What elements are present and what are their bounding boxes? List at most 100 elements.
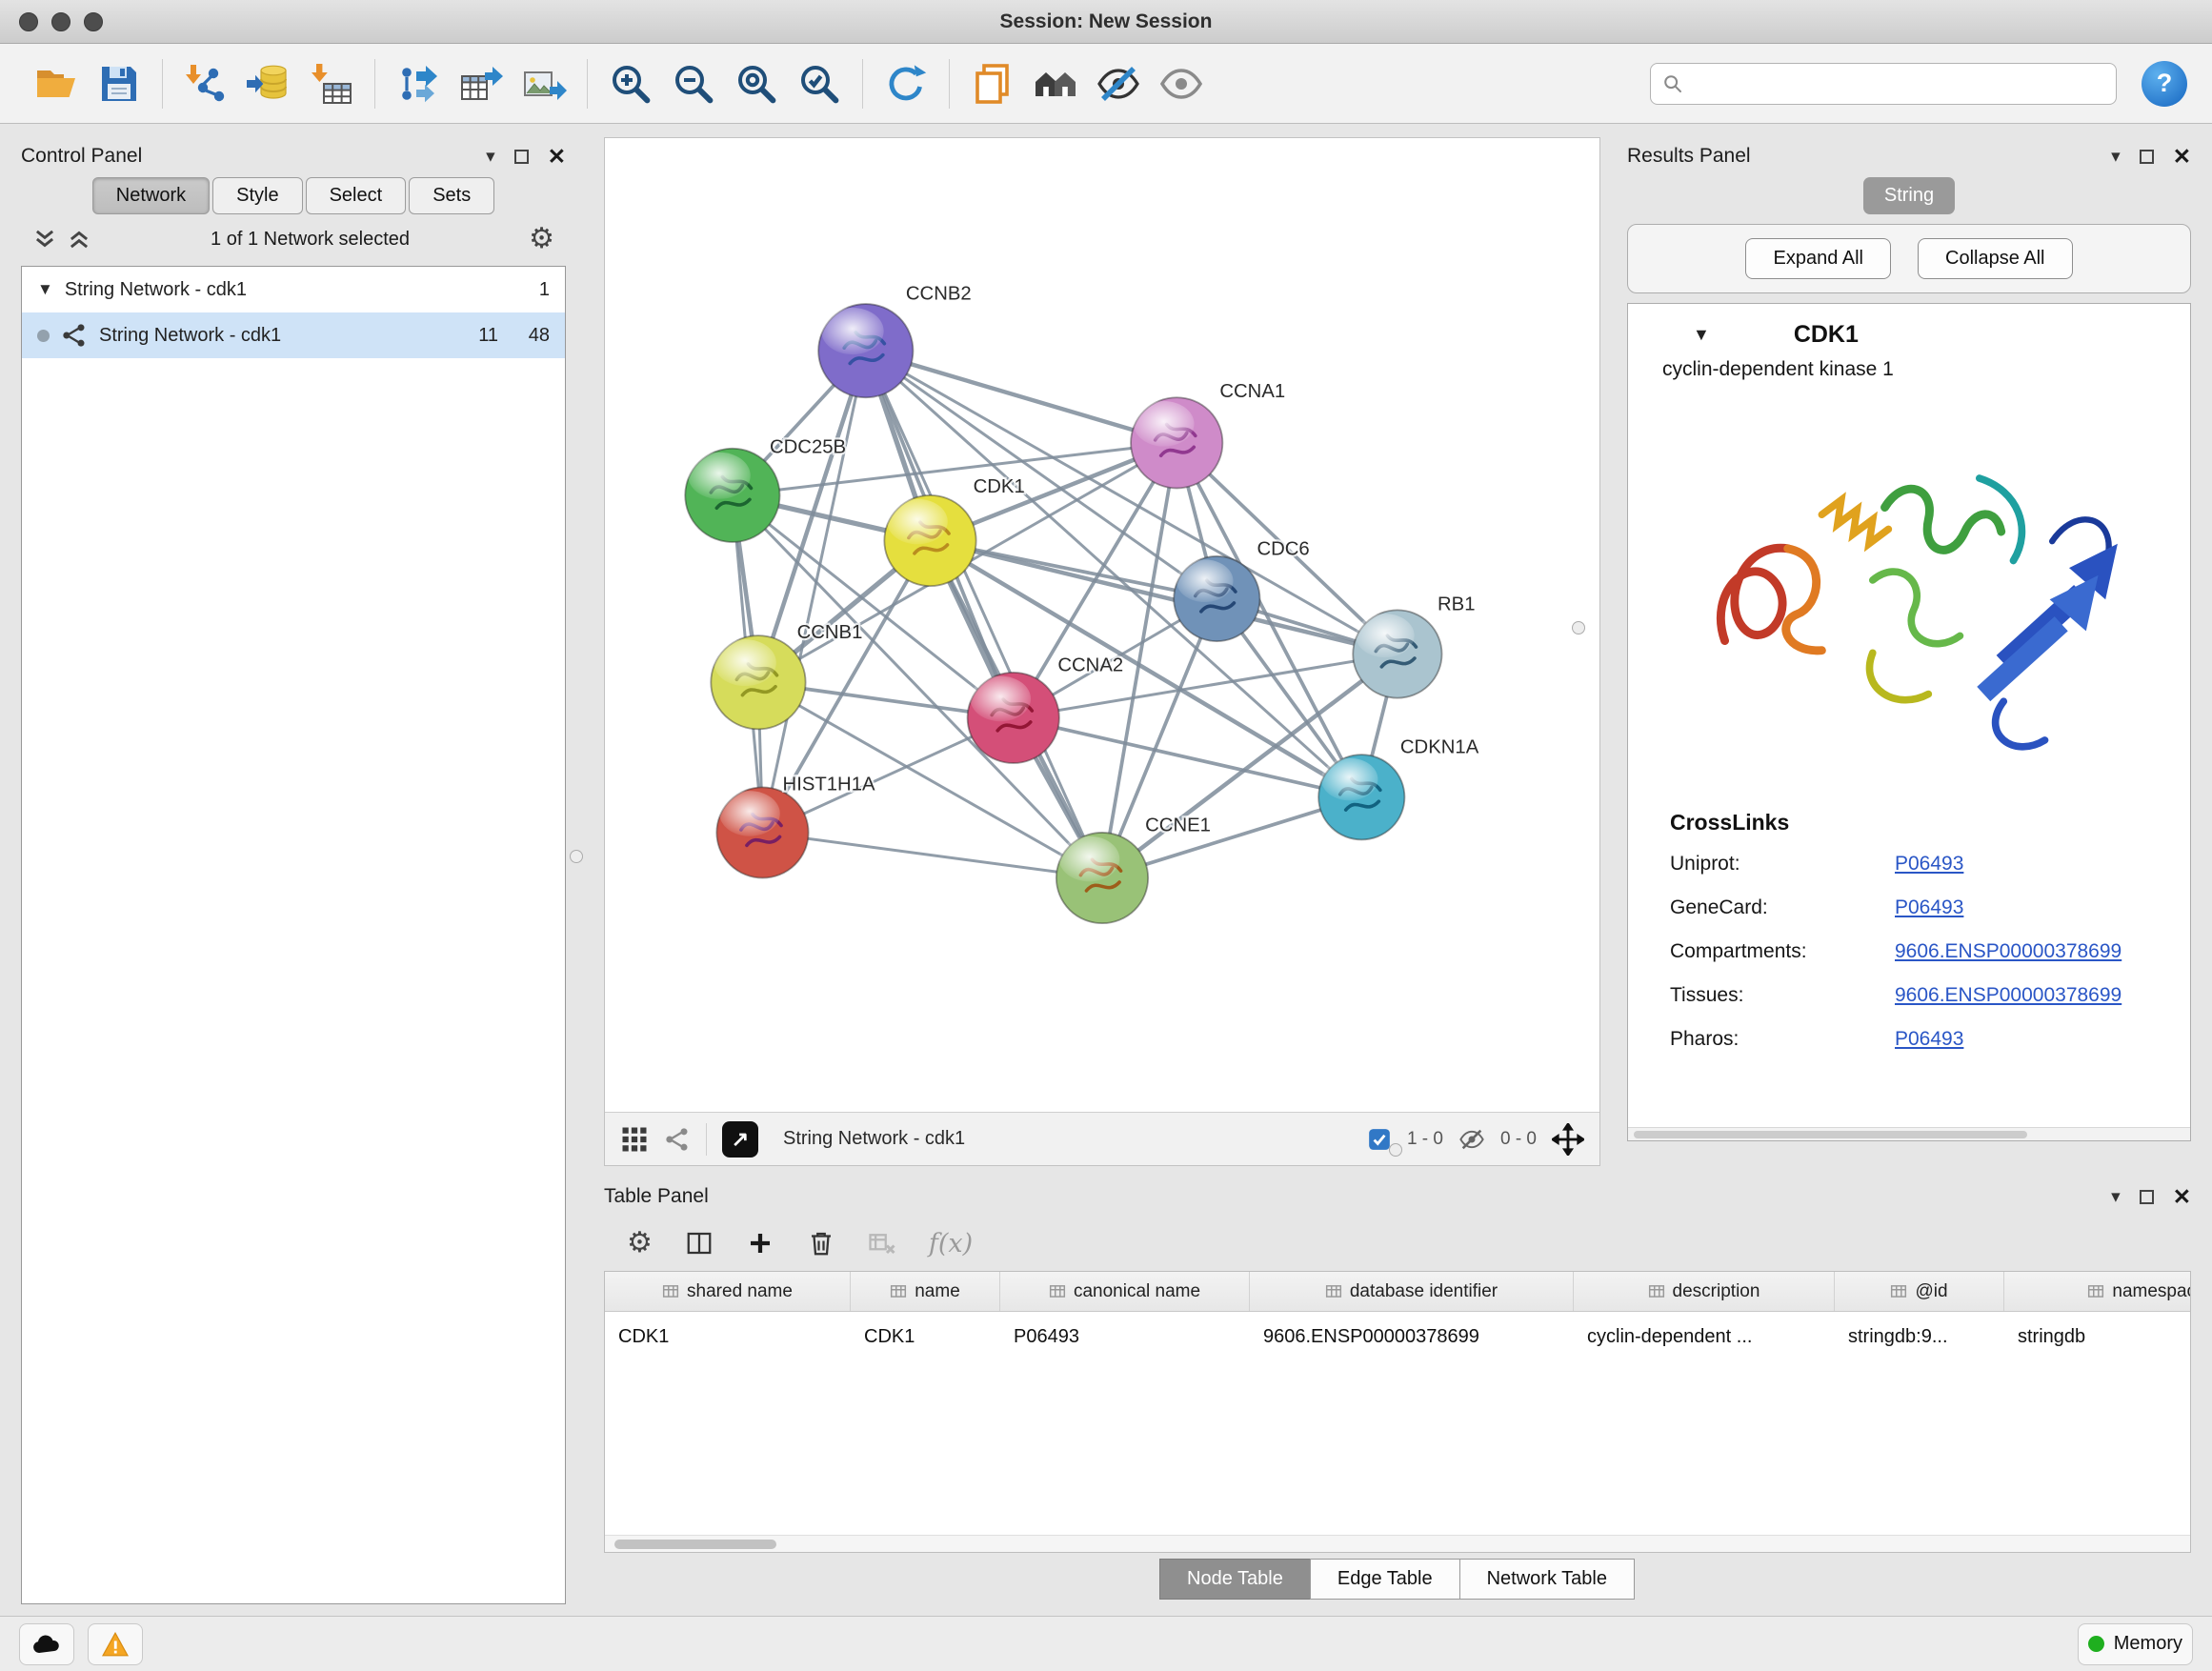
network-row[interactable]: String Network - cdk1 11 48 — [22, 312, 565, 358]
section-expand-icon[interactable]: ▼ — [1693, 325, 1710, 345]
cell-shared-name[interactable]: CDK1 — [605, 1326, 851, 1348]
zoom-fit-button[interactable] — [725, 52, 788, 115]
network-edge[interactable] — [866, 351, 1102, 877]
grid-view-icon[interactable] — [620, 1125, 649, 1154]
network-view-icon[interactable] — [664, 1126, 691, 1153]
import-table-from-file-button[interactable] — [300, 52, 363, 115]
table-options-gear-icon[interactable]: ⚙ — [627, 1229, 653, 1258]
table-horizontal-scrollbar[interactable] — [605, 1535, 2190, 1552]
collapse-panel-icon[interactable]: ▾ — [2111, 148, 2121, 166]
uniprot-link[interactable]: P06493 — [1895, 853, 2148, 876]
add-column-icon[interactable] — [746, 1229, 774, 1258]
expand-all-button[interactable]: Expand All — [1745, 238, 1891, 279]
results-scrollbar[interactable] — [1628, 1127, 2190, 1140]
float-panel-icon[interactable] — [514, 150, 529, 164]
float-panel-icon[interactable] — [2140, 150, 2154, 164]
cell-id[interactable]: stringdb:9... — [1835, 1326, 2004, 1348]
network-edge[interactable] — [762, 833, 1102, 878]
tab-select[interactable]: Select — [306, 177, 407, 214]
network-node-CCNB2[interactable]: CCNB2 — [818, 284, 972, 398]
tab-edge-table[interactable]: Edge Table — [1310, 1559, 1460, 1600]
column-header[interactable]: database identifier — [1250, 1272, 1574, 1311]
split-columns-icon[interactable] — [685, 1229, 714, 1258]
column-header[interactable]: shared name — [605, 1272, 851, 1311]
show-panel-button[interactable] — [1150, 52, 1213, 115]
splitter-handle[interactable] — [1572, 621, 1585, 634]
refresh-network-button[interactable] — [875, 52, 937, 115]
hide-panels-button[interactable] — [1087, 52, 1150, 115]
splitter-handle[interactable] — [570, 850, 583, 863]
export-image-button[interactable] — [513, 52, 575, 115]
tab-network-table[interactable]: Network Table — [1459, 1559, 1635, 1600]
table-row[interactable]: CDK1 CDK1 P06493 9606.ENSP00000378699 cy… — [605, 1312, 2190, 1361]
close-panel-icon[interactable]: ✕ — [2173, 146, 2191, 168]
home-button[interactable] — [1024, 52, 1087, 115]
network-options-gear-icon[interactable]: ⚙ — [529, 225, 554, 253]
cell-canonical-name[interactable]: P06493 — [1000, 1326, 1250, 1348]
column-header[interactable]: @id — [1835, 1272, 2004, 1311]
column-header[interactable]: description — [1574, 1272, 1835, 1311]
compartments-link[interactable]: 9606.ENSP00000378699 — [1895, 940, 2148, 963]
zoom-out-button[interactable] — [662, 52, 725, 115]
hidden-eye-slash-icon[interactable] — [1458, 1126, 1485, 1153]
delete-column-icon[interactable] — [807, 1229, 835, 1258]
tree-expand-icon[interactable]: ▼ — [37, 280, 53, 299]
import-network-from-database-button[interactable] — [237, 52, 300, 115]
zoom-in-button[interactable] — [599, 52, 662, 115]
pharos-link[interactable]: P06493 — [1895, 1028, 2148, 1051]
export-network-button[interactable] — [387, 52, 450, 115]
warnings-button[interactable] — [88, 1623, 143, 1665]
network-node-CCNB1[interactable]: CCNB1 — [711, 622, 862, 729]
clone-network-button[interactable] — [961, 52, 1024, 115]
float-panel-icon[interactable] — [2140, 1190, 2154, 1204]
scrollbar-thumb[interactable] — [614, 1540, 776, 1549]
column-header[interactable]: name — [851, 1272, 1000, 1311]
zoom-selected-button[interactable] — [788, 52, 851, 115]
birds-eye-view-button[interactable]: ↗ — [722, 1121, 758, 1158]
network-edge[interactable] — [762, 351, 865, 833]
network-node-RB1[interactable]: RB1 — [1353, 594, 1475, 697]
network-edge[interactable] — [930, 540, 1397, 654]
cloud-button[interactable] — [19, 1623, 74, 1665]
network-canvas[interactable]: CCNB2CCNA1CDC25BCDK1CDC6RB1CCNB1CCNA2CDK… — [605, 138, 1599, 1112]
tab-style[interactable]: Style — [212, 177, 302, 214]
cell-namespace[interactable]: stringdb — [2004, 1326, 2191, 1348]
memory-button[interactable]: Memory — [2078, 1623, 2193, 1665]
tissues-link[interactable]: 9606.ENSP00000378699 — [1895, 984, 2148, 1007]
network-edge[interactable] — [866, 351, 1176, 443]
string-tab[interactable]: String — [1863, 177, 1955, 214]
tab-node-table[interactable]: Node Table — [1159, 1559, 1311, 1600]
expand-all-icon[interactable] — [67, 227, 91, 252]
tab-network[interactable]: Network — [92, 177, 210, 214]
pan-crosshair-icon[interactable] — [1552, 1123, 1584, 1156]
network-node-CCNA1[interactable]: CCNA1 — [1131, 381, 1285, 488]
close-panel-icon[interactable]: ✕ — [548, 146, 566, 168]
save-session-button[interactable] — [88, 52, 151, 115]
collapse-panel-icon[interactable]: ▾ — [2111, 1188, 2121, 1206]
cell-name[interactable]: CDK1 — [851, 1326, 1000, 1348]
protein-section-header[interactable]: ▼ CDK1 — [1628, 304, 2190, 358]
network-collection-row[interactable]: ▼ String Network - cdk1 1 — [22, 267, 565, 312]
close-panel-icon[interactable]: ✕ — [2173, 1186, 2191, 1208]
genecard-link[interactable]: P06493 — [1895, 896, 2148, 919]
collapse-panel-icon[interactable]: ▾ — [486, 148, 495, 166]
splitter-handle[interactable] — [1389, 1143, 1402, 1157]
tab-sets[interactable]: Sets — [409, 177, 494, 214]
collapse-all-button[interactable]: Collapse All — [1918, 238, 2073, 279]
export-table-button[interactable] — [450, 52, 513, 115]
column-header[interactable]: canonical name — [1000, 1272, 1250, 1311]
selected-checkbox-icon[interactable] — [1367, 1127, 1392, 1152]
collapse-all-icon[interactable] — [32, 227, 57, 252]
cell-database-identifier[interactable]: 9606.ENSP00000378699 — [1250, 1326, 1574, 1348]
import-network-from-file-button[interactable] — [174, 52, 237, 115]
open-session-button[interactable] — [25, 52, 88, 115]
cell-description[interactable]: cyclin-dependent ... — [1574, 1326, 1835, 1348]
network-node-HIST1H1A[interactable]: HIST1H1A — [716, 774, 875, 877]
network-node-CDKN1A[interactable]: CDKN1A — [1318, 737, 1479, 840]
network-node-CDK1[interactable]: CDK1 — [884, 476, 1024, 586]
column-header[interactable]: namespace — [2004, 1272, 2191, 1311]
search-field[interactable] — [1650, 63, 2117, 105]
search-input[interactable] — [1691, 72, 2104, 94]
help-button[interactable]: ? — [2142, 61, 2187, 107]
network-edge[interactable] — [1014, 717, 1362, 796]
